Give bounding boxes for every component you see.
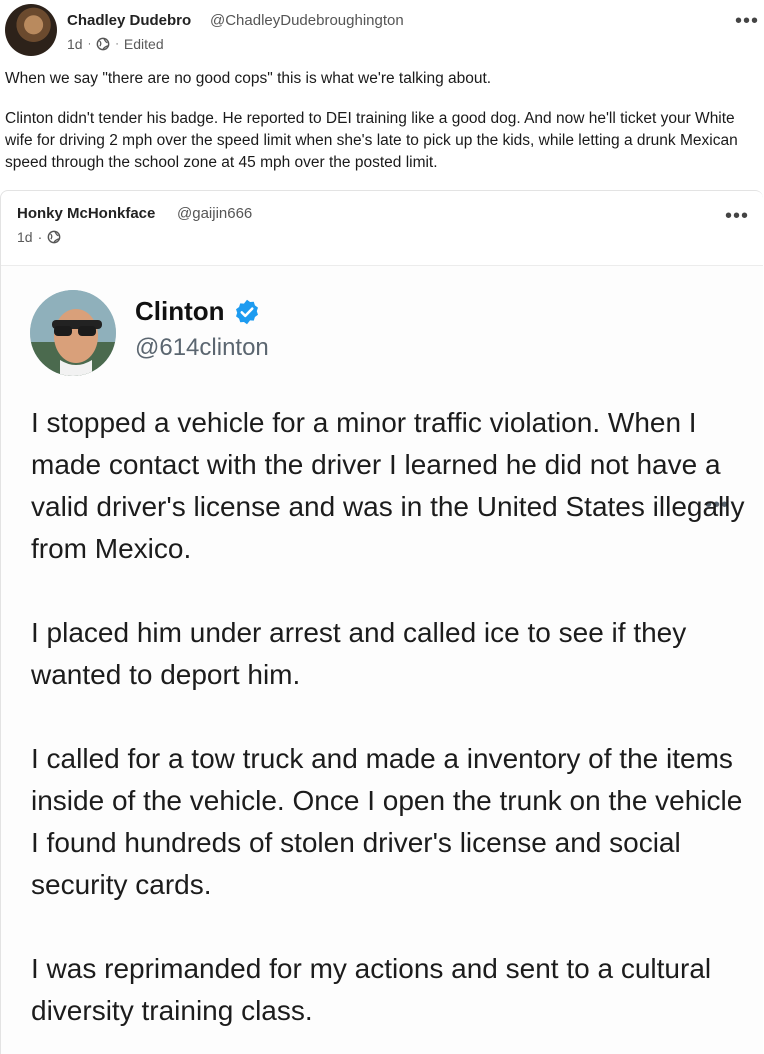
author-avatar[interactable] bbox=[5, 4, 57, 56]
post-body: When we say "there are no good cops" thi… bbox=[5, 68, 745, 174]
embedded-tweet-image[interactable]: Clinton @614clinton ••• I stopped a vehi… bbox=[1, 266, 763, 1054]
post-time[interactable]: 1d bbox=[67, 36, 83, 52]
edited-label[interactable]: Edited bbox=[124, 36, 164, 52]
author-name[interactable]: Chadley Dudebro bbox=[67, 12, 191, 29]
tweet-avatar bbox=[30, 290, 116, 376]
quoted-post-time[interactable]: 1d bbox=[17, 229, 33, 245]
quoted-post-header: Honky McHonkface @gaijin666 1d · ••• bbox=[1, 191, 763, 266]
quoted-post-meta: 1d · bbox=[17, 229, 61, 245]
quoted-author-name[interactable]: Honky McHonkface bbox=[17, 205, 155, 222]
post-paragraph: Clinton didn't tender his badge. He repo… bbox=[5, 110, 738, 171]
globe-icon bbox=[47, 230, 61, 244]
avatar-photo-icon bbox=[30, 290, 116, 376]
separator-dot: · bbox=[37, 229, 43, 245]
quoted-more-options-icon[interactable]: ••• bbox=[725, 206, 749, 226]
separator-dot: · bbox=[87, 38, 92, 50]
tweet-author-handle: @614clinton bbox=[135, 334, 269, 361]
page: Chadley Dudebro @ChadleyDudebroughington… bbox=[0, 0, 764, 1054]
quoted-author-handle[interactable]: @gaijin666 bbox=[177, 205, 252, 222]
tweet-paragraph: I was reprimanded for my actions and sen… bbox=[31, 953, 712, 1026]
tweet-text: I stopped a vehicle for a minor traffic … bbox=[31, 402, 751, 1032]
author-handle[interactable]: @ChadleyDudebroughington bbox=[210, 12, 404, 29]
tweet-paragraph: I called for a tow truck and made a inve… bbox=[31, 743, 743, 900]
tweet-paragraph: I placed him under arrest and called ice… bbox=[31, 617, 687, 690]
more-options-icon[interactable]: ••• bbox=[735, 11, 759, 31]
tweet-paragraph: I stopped a vehicle for a minor traffic … bbox=[31, 407, 745, 564]
globe-icon bbox=[96, 37, 110, 51]
verified-badge-icon bbox=[235, 299, 258, 324]
tweet-author-name-text: Clinton bbox=[135, 296, 225, 326]
separator-dot: · bbox=[115, 38, 119, 50]
post-meta: 1d · · Edited bbox=[67, 36, 164, 52]
post-header: Chadley Dudebro @ChadleyDudebroughington… bbox=[0, 0, 764, 62]
quoted-post-card[interactable]: Honky McHonkface @gaijin666 1d · ••• Cli… bbox=[0, 190, 763, 1054]
tweet-author-name: Clinton bbox=[135, 296, 261, 327]
post-paragraph: When we say "there are no good cops" thi… bbox=[5, 70, 492, 87]
